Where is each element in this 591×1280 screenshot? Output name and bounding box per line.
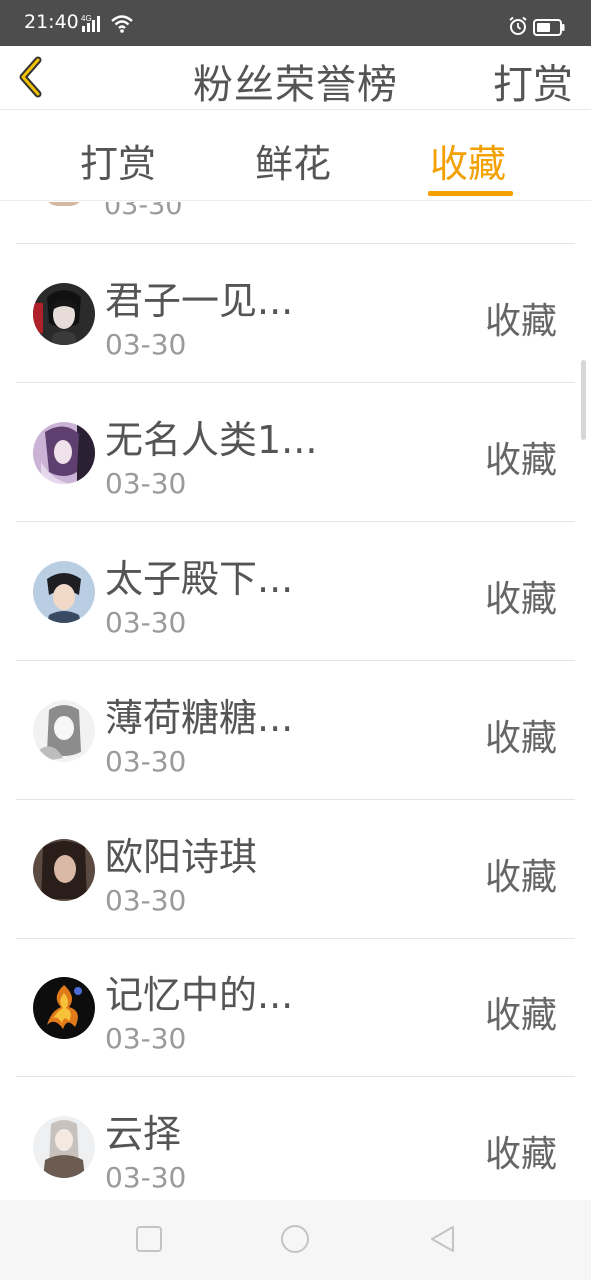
avatar (33, 700, 95, 762)
fan-list[interactable]: 03-30 君子一见... 03-30 收藏 无名人类1... 03-30 收藏… (0, 202, 591, 1200)
recent-apps-icon[interactable] (134, 1224, 164, 1254)
list-item-name: 云择 (105, 1112, 182, 1156)
list-item-name: 记忆中的... (105, 973, 294, 1017)
tab-flowers[interactable]: 鲜花 (255, 133, 331, 188)
list-item-name: 无名人类1... (105, 418, 318, 462)
active-tab-indicator (428, 191, 513, 196)
avatar (33, 422, 95, 484)
list-item-date: 03-30 (105, 745, 187, 778)
app-header: 粉丝荣誉榜 打赏 (0, 46, 591, 110)
tab-collect[interactable]: 收藏 (430, 133, 506, 188)
list-item[interactable]: 君子一见... 03-30 收藏 (16, 244, 575, 383)
system-nav-bar (0, 1200, 591, 1280)
avatar (44, 202, 84, 206)
wifi-icon (111, 15, 133, 33)
list-item-date: 03-30 (105, 1161, 187, 1194)
list-item-name: 太子殿下... (105, 557, 294, 601)
list-item-action: 收藏 (484, 857, 557, 898)
network-type-label: 4G (81, 14, 92, 23)
list-item[interactable]: 云择 03-30 收藏 (16, 1077, 575, 1200)
tab-bar: 打赏 鲜花 收藏 (0, 111, 591, 201)
list-item-action: 收藏 (484, 440, 557, 481)
back-icon[interactable] (428, 1224, 458, 1254)
list-item-date: 03-30 (105, 328, 187, 361)
list-item-action: 收藏 (484, 579, 557, 620)
list-item-action: 收藏 (484, 1134, 557, 1175)
list-item-date: 03-30 (105, 1022, 187, 1055)
alarm-icon (509, 16, 527, 35)
list-item-name: 君子一见... (105, 279, 294, 323)
list-item-date: 03-30 (105, 467, 187, 500)
list-item-action: 收藏 (484, 718, 557, 759)
avatar (33, 977, 95, 1039)
list-item[interactable]: 薄荷糖糖... 03-30 收藏 (16, 661, 575, 800)
list-item[interactable]: 太子殿下... 03-30 收藏 (16, 522, 575, 661)
home-icon[interactable] (280, 1224, 310, 1254)
list-item-partial[interactable]: 03-30 (16, 202, 575, 244)
avatar (33, 283, 95, 345)
avatar (33, 1116, 95, 1178)
list-item-date: 03-30 (105, 606, 187, 639)
avatar (33, 561, 95, 623)
status-time: 21:40 (24, 11, 79, 33)
list-item-date: 03-30 (105, 884, 187, 917)
list-item-name: 薄荷糖糖... (105, 696, 294, 740)
list-item[interactable]: 欧阳诗琪 03-30 收藏 (16, 800, 575, 939)
scrollbar[interactable] (581, 360, 586, 440)
list-item[interactable]: 无名人类1... 03-30 收藏 (16, 383, 575, 522)
list-item-date: 03-30 (104, 202, 183, 221)
status-bar: 21:40 4G (0, 0, 591, 46)
list-item[interactable]: 记忆中的... 03-30 收藏 (16, 938, 575, 1077)
battery-icon (533, 19, 565, 36)
list-item-name: 欧阳诗琪 (105, 835, 258, 879)
tab-reward[interactable]: 打赏 (80, 133, 156, 188)
reward-button[interactable]: 打赏 (493, 52, 573, 110)
cellular-signal-icon: 4G (81, 14, 100, 32)
list-item-action: 收藏 (484, 301, 557, 342)
list-item-action: 收藏 (484, 995, 557, 1036)
avatar (33, 839, 95, 901)
